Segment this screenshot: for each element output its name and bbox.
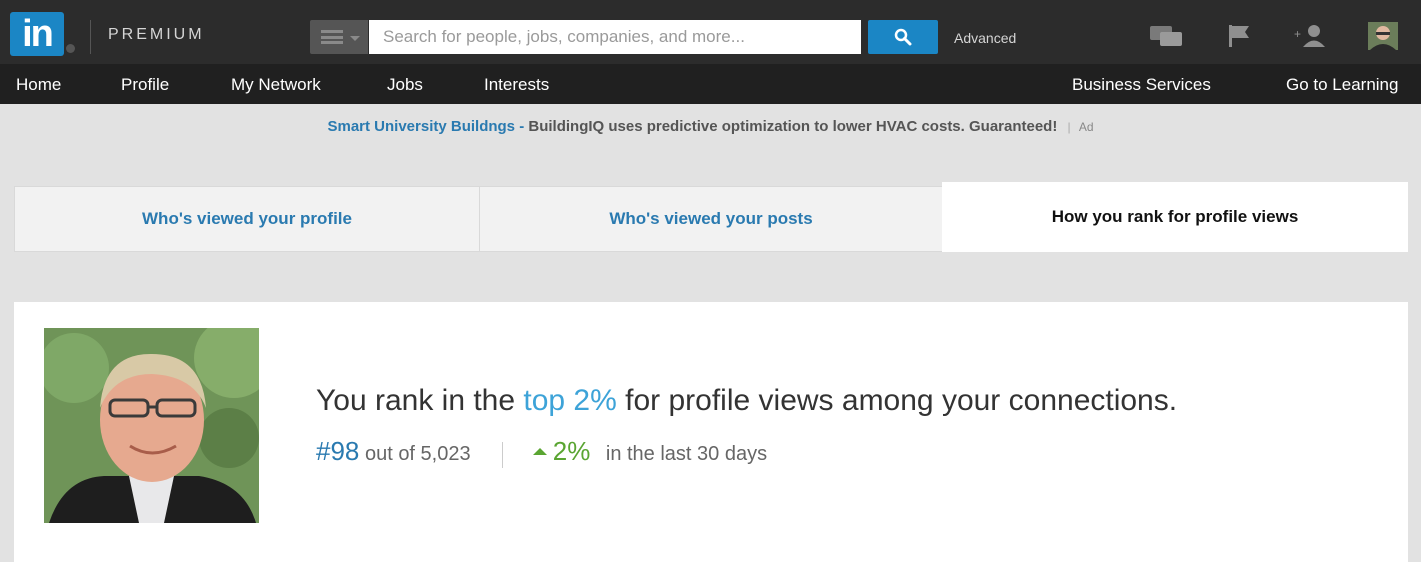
- rank-stats: #98 out of 5,023 2% in the last 30 days: [316, 436, 767, 468]
- profile-photo-image: [44, 328, 259, 523]
- change-percent: 2%: [552, 436, 591, 466]
- ad-text[interactable]: BuildingIQ uses predictive optimization …: [528, 118, 1057, 135]
- top-bar: in PREMIUM Advanced +: [0, 0, 1421, 64]
- main-nav: Home Profile My Network Jobs Interests B…: [0, 64, 1421, 104]
- nav-item-interests[interactable]: Interests: [484, 75, 549, 95]
- search-category-menu-button[interactable]: [310, 20, 368, 54]
- registered-mark-icon: [66, 44, 75, 53]
- ad-separator: |: [1067, 120, 1071, 134]
- flag-icon[interactable]: [1227, 24, 1253, 48]
- add-connection-icon[interactable]: +: [1294, 24, 1328, 48]
- nav-item-jobs[interactable]: Jobs: [387, 75, 423, 95]
- headline-suffix: for profile views among your connections…: [625, 384, 1178, 417]
- change-period: in the last 30 days: [605, 443, 768, 465]
- ad-banner: Smart University Buildngs - BuildingIQ u…: [0, 118, 1421, 135]
- svg-text:+: +: [1294, 27, 1301, 41]
- profile-views-tabs: Who's viewed your profile Who's viewed y…: [14, 182, 1408, 252]
- rank-number: #98: [316, 436, 360, 466]
- nav-item-my-network[interactable]: My Network: [231, 75, 321, 95]
- rank-total: out of 5,023: [364, 443, 471, 465]
- nav-item-go-to-learning[interactable]: Go to Learning: [1286, 75, 1398, 95]
- menu-icon: [321, 30, 343, 44]
- divider: [90, 20, 91, 54]
- premium-label[interactable]: PREMIUM: [108, 26, 205, 44]
- stats-divider: [502, 441, 504, 468]
- rank-headline: You rank in the top 2% for profile views…: [316, 384, 1177, 418]
- headline-highlight: top 2%: [523, 384, 617, 417]
- nav-item-home[interactable]: Home: [16, 75, 61, 95]
- trend-up-icon: [532, 448, 547, 456]
- messages-icon[interactable]: [1150, 24, 1186, 48]
- chevron-down-icon: [350, 36, 360, 41]
- rank-card: You rank in the top 2% for profile views…: [14, 302, 1408, 562]
- tab-rank-profile-views[interactable]: How you rank for profile views: [942, 182, 1408, 252]
- nav-item-business-services[interactable]: Business Services: [1072, 75, 1211, 95]
- ad-label: Ad: [1078, 120, 1094, 134]
- search-icon: [894, 28, 912, 46]
- tab-whos-viewed-profile[interactable]: Who's viewed your profile: [14, 186, 480, 252]
- profile-photo[interactable]: [44, 328, 259, 523]
- nav-item-profile[interactable]: Profile: [121, 75, 169, 95]
- linkedin-logo[interactable]: in: [10, 12, 64, 56]
- ad-link[interactable]: Smart University Buildngs -: [327, 118, 524, 135]
- advanced-search-link[interactable]: Advanced: [954, 30, 1016, 46]
- tab-whos-viewed-posts[interactable]: Who's viewed your posts: [479, 186, 943, 252]
- search-input[interactable]: [369, 20, 861, 54]
- profile-avatar[interactable]: [1368, 22, 1398, 50]
- search-button[interactable]: [868, 20, 938, 54]
- headline-prefix: You rank in the: [316, 384, 516, 417]
